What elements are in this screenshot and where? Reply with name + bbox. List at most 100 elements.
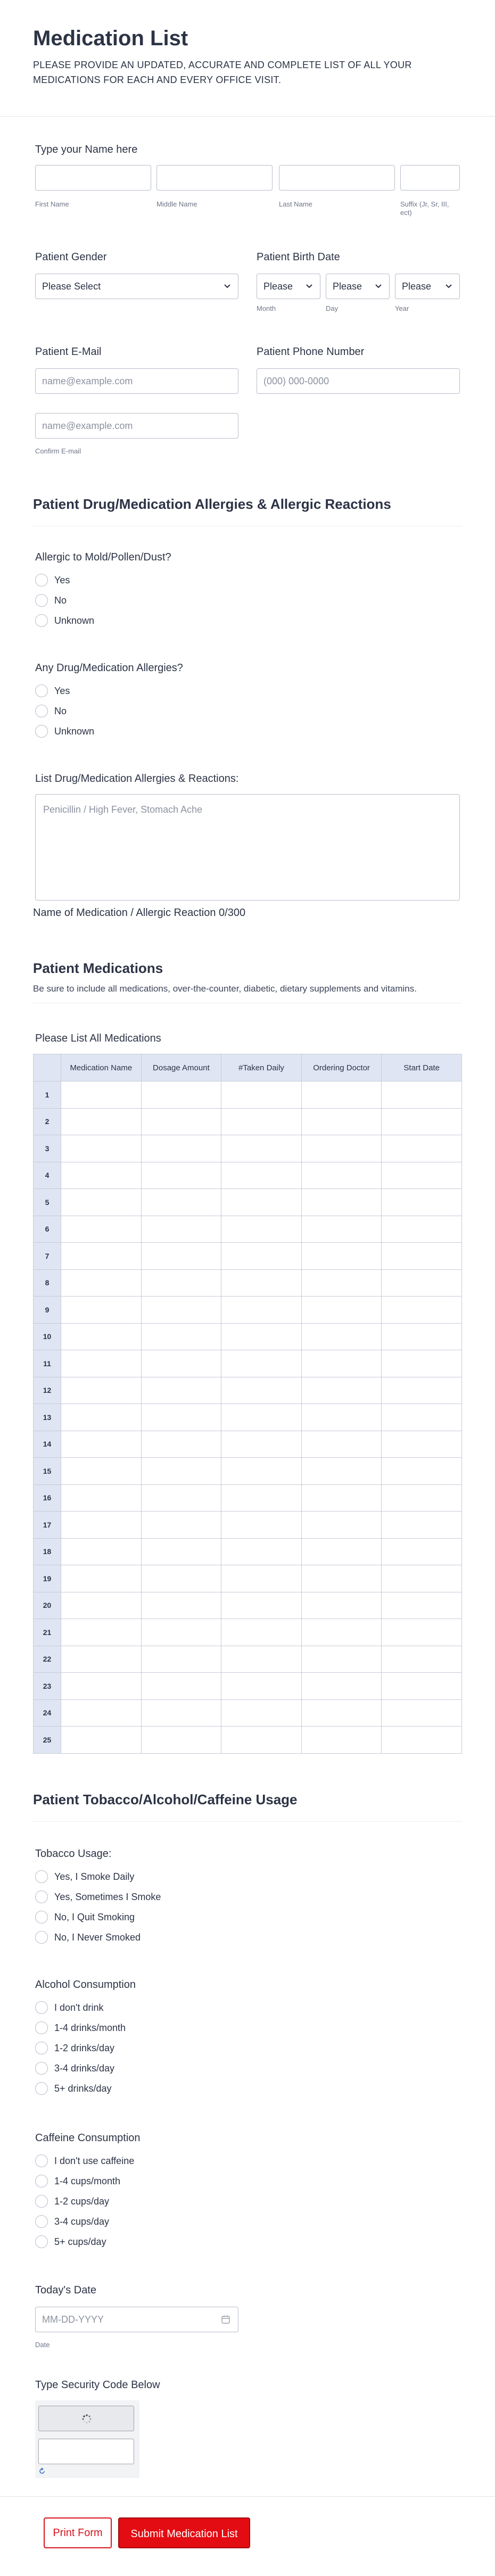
table-cell-input[interactable] [141, 1296, 222, 1324]
table-cell-input[interactable] [61, 1538, 142, 1565]
table-cell-input[interactable] [381, 1403, 462, 1431]
table-cell-input[interactable] [301, 1376, 382, 1404]
table-cell-input[interactable] [301, 1161, 382, 1189]
table-cell-input[interactable] [381, 1376, 462, 1404]
table-cell-input[interactable] [221, 1403, 302, 1431]
table-cell-input[interactable] [301, 1565, 382, 1592]
table-cell-input[interactable] [381, 1591, 462, 1619]
table-cell-input[interactable] [221, 1645, 302, 1673]
table-cell-input[interactable] [221, 1108, 302, 1135]
table-cell-input[interactable] [141, 1699, 222, 1727]
table-cell-input[interactable] [61, 1296, 142, 1324]
table-cell-input[interactable] [61, 1376, 142, 1404]
table-cell-input[interactable] [61, 1188, 142, 1216]
table-cell-input[interactable] [301, 1215, 382, 1243]
radio-circle[interactable] [35, 1931, 48, 1944]
table-cell-input[interactable] [301, 1511, 382, 1539]
radio-circle[interactable] [35, 2154, 48, 2167]
table-cell-input[interactable] [141, 1591, 222, 1619]
table-cell-input[interactable] [221, 1350, 302, 1377]
table-cell-input[interactable] [221, 1296, 302, 1324]
table-cell-input[interactable] [141, 1108, 222, 1135]
radio-circle[interactable] [35, 1870, 48, 1883]
radio-circle[interactable] [35, 2042, 48, 2054]
submit-button[interactable]: Submit Medication List [118, 2517, 250, 2548]
table-cell-input[interactable] [301, 1188, 382, 1216]
table-cell-input[interactable] [61, 1430, 142, 1458]
table-cell-input[interactable] [61, 1726, 142, 1754]
table-cell-input[interactable] [141, 1269, 222, 1297]
table-cell-input[interactable] [141, 1619, 222, 1646]
email-input[interactable]: name@example.com [35, 368, 238, 394]
first-name-input[interactable] [35, 165, 151, 191]
table-cell-input[interactable] [221, 1457, 302, 1485]
caffeine-option[interactable]: 5+ cups/day [35, 2235, 106, 2248]
table-cell-input[interactable] [221, 1565, 302, 1592]
table-cell-input[interactable] [221, 1619, 302, 1646]
table-cell-input[interactable] [61, 1323, 142, 1350]
captcha-input[interactable] [38, 2439, 134, 2464]
caffeine-option[interactable]: 1-4 cups/month [35, 2175, 120, 2187]
table-cell-input[interactable] [221, 1511, 302, 1539]
alcohol-option[interactable]: 3-4 drinks/day [35, 2062, 114, 2075]
table-cell-input[interactable] [381, 1672, 462, 1700]
table-cell-input[interactable] [301, 1726, 382, 1754]
table-cell-input[interactable] [61, 1242, 142, 1270]
radio-circle[interactable] [35, 2062, 48, 2075]
gender-select[interactable]: Please Select [35, 274, 238, 299]
table-cell-input[interactable] [141, 1376, 222, 1404]
radio-circle[interactable] [35, 2082, 48, 2095]
table-cell-input[interactable] [221, 1081, 302, 1109]
table-cell-input[interactable] [61, 1699, 142, 1727]
table-cell-input[interactable] [221, 1672, 302, 1700]
table-cell-input[interactable] [221, 1484, 302, 1512]
table-cell-input[interactable] [381, 1457, 462, 1485]
table-cell-input[interactable] [61, 1619, 142, 1646]
drug-option-yes[interactable]: Yes [35, 684, 70, 697]
mold-option-unknown[interactable]: Unknown [35, 614, 94, 627]
suffix-input[interactable] [400, 165, 460, 191]
table-cell-input[interactable] [381, 1081, 462, 1109]
table-cell-input[interactable] [61, 1135, 142, 1162]
table-cell-input[interactable] [221, 1726, 302, 1754]
table-cell-input[interactable] [381, 1645, 462, 1673]
table-cell-input[interactable] [141, 1430, 222, 1458]
table-cell-input[interactable] [141, 1511, 222, 1539]
tobacco-option[interactable]: No, I Quit Smoking [35, 1911, 135, 1923]
table-cell-input[interactable] [61, 1565, 142, 1592]
table-cell-input[interactable] [301, 1457, 382, 1485]
table-cell-input[interactable] [61, 1269, 142, 1297]
radio-circle[interactable] [35, 2175, 48, 2187]
table-cell-input[interactable] [381, 1296, 462, 1324]
table-cell-input[interactable] [221, 1538, 302, 1565]
table-cell-input[interactable] [301, 1619, 382, 1646]
table-cell-input[interactable] [381, 1161, 462, 1189]
calendar-icon[interactable] [221, 2315, 230, 2324]
table-cell-input[interactable] [61, 1645, 142, 1673]
radio-circle[interactable] [35, 684, 48, 697]
table-cell-input[interactable] [381, 1269, 462, 1297]
table-cell-input[interactable] [221, 1161, 302, 1189]
table-cell-input[interactable] [381, 1484, 462, 1512]
table-cell-input[interactable] [301, 1538, 382, 1565]
table-cell-input[interactable] [381, 1242, 462, 1270]
birth-year-select[interactable]: Please [395, 274, 460, 299]
table-cell-input[interactable] [221, 1376, 302, 1404]
tobacco-option[interactable]: Yes, Sometimes I Smoke [35, 1890, 161, 1903]
radio-circle[interactable] [35, 2235, 48, 2248]
table-cell-input[interactable] [141, 1323, 222, 1350]
table-cell-input[interactable] [141, 1161, 222, 1189]
table-cell-input[interactable] [221, 1188, 302, 1216]
table-cell-input[interactable] [381, 1323, 462, 1350]
table-cell-input[interactable] [141, 1242, 222, 1270]
table-cell-input[interactable] [301, 1403, 382, 1431]
table-cell-input[interactable] [61, 1081, 142, 1109]
table-cell-input[interactable] [221, 1430, 302, 1458]
table-cell-input[interactable] [381, 1511, 462, 1539]
table-cell-input[interactable] [141, 1672, 222, 1700]
print-form-button[interactable]: Print Form [44, 2517, 112, 2548]
radio-circle[interactable] [35, 2001, 48, 2014]
table-cell-input[interactable] [141, 1215, 222, 1243]
table-cell-input[interactable] [381, 1726, 462, 1754]
table-cell-input[interactable] [141, 1726, 222, 1754]
